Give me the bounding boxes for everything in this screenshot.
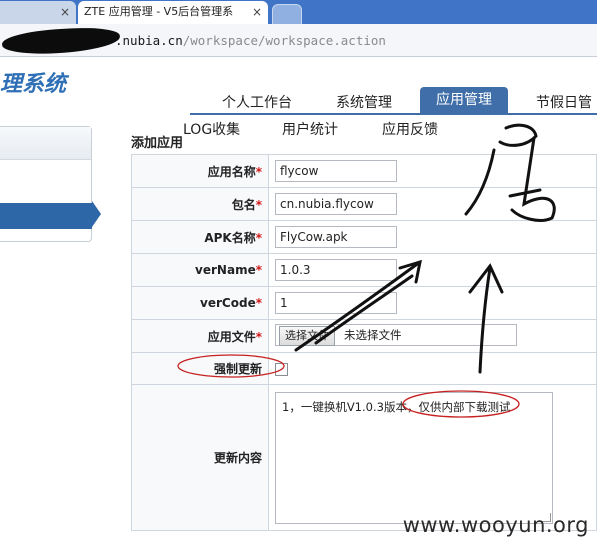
label-apk-name: APK名称	[204, 230, 256, 245]
required-mark: *	[255, 329, 262, 344]
label-vername: verName	[195, 263, 256, 277]
package-input[interactable]: cn.nubia.flycow	[275, 193, 397, 215]
vercode-input[interactable]: 1	[275, 292, 397, 314]
tab-2-label: ZTE 应用管理 - V5后台管理系	[84, 5, 234, 18]
url-path: /workspace/workspace.action	[182, 33, 386, 48]
sidebar-header	[0, 127, 91, 160]
force-update-checkbox[interactable]	[275, 362, 288, 376]
form-row-file: 应用文件* 选择文件 未选择文件	[131, 319, 597, 353]
vername-input[interactable]: 1.0.3	[275, 259, 397, 281]
form-row-apk: APK名称* FlyCow.apk	[131, 220, 597, 254]
url-host: .nubia.cn	[115, 33, 183, 48]
form-row-package: 包名* cn.nubia.flycow	[131, 187, 597, 221]
subnav-app-feedback[interactable]: 应用反馈	[382, 119, 438, 139]
nav-personal-workspace[interactable]: 个人工作台	[222, 92, 292, 112]
app-title: 理系统	[0, 72, 67, 97]
required-mark: *	[255, 230, 262, 245]
close-icon[interactable]: ×	[60, 1, 70, 23]
form-row-vercode: verCode* 1	[131, 286, 597, 320]
update-content-text: 1，一键换机V1.0.3版本，仅供内部下载测试	[282, 399, 511, 414]
subnav-log-collection[interactable]: LOG收集	[183, 119, 240, 139]
subnav-user-statistics[interactable]: 用户统计	[282, 119, 338, 139]
label-update-content: 更新内容	[213, 451, 262, 465]
apk-name-input[interactable]: FlyCow.apk	[275, 226, 397, 248]
watermark: www.wooyun.org	[402, 513, 589, 537]
main-nav: 个人工作台 系统管理 应用管理 节假日管	[190, 87, 597, 115]
required-mark: *	[255, 263, 262, 277]
form-title: 添加应用	[131, 136, 184, 151]
browser-tabstrip: × ZTE 应用管理 - V5后台管理系 ×	[0, 0, 597, 24]
new-tab-button[interactable]	[272, 4, 302, 24]
file-status: 未选择文件	[344, 327, 402, 342]
form-row-app-name: 应用名称* flycow	[131, 154, 597, 188]
field-label: 应用名称*	[131, 154, 269, 188]
add-app-form: 应用名称* flycow 包名* cn.nubia.flycow APK名称* …	[131, 154, 597, 531]
label-force-update: 强制更新	[213, 362, 262, 376]
label-app-file: 应用文件	[207, 329, 256, 344]
form-row-content: 更新内容 1，一键换机V1.0.3版本，仅供内部下载测试	[131, 384, 597, 531]
file-input[interactable]: 选择文件 未选择文件	[275, 323, 517, 346]
browser-tab-1[interactable]: ×	[0, 1, 76, 24]
label-package: 包名	[231, 197, 256, 212]
close-icon[interactable]: ×	[252, 1, 262, 23]
nav-holiday-management[interactable]: 节假日管	[536, 92, 592, 112]
nav-system-management[interactable]: 系统管理	[336, 92, 392, 112]
app-name-input[interactable]: flycow	[275, 160, 397, 182]
required-mark: *	[255, 164, 262, 179]
form-row-force-update: 强制更新	[131, 352, 597, 385]
url-text[interactable]: .nubia.cn/workspace/workspace.action	[115, 33, 386, 48]
update-content-textarea[interactable]: 1，一键换机V1.0.3版本，仅供内部下载测试	[275, 391, 553, 524]
choose-file-button[interactable]: 选择文件	[279, 325, 335, 346]
browser-tab-active[interactable]: ZTE 应用管理 - V5后台管理系 ×	[78, 1, 268, 24]
sidebar-selection-arrow	[92, 201, 101, 227]
required-mark: *	[255, 296, 262, 310]
label-app-name: 应用名称	[207, 164, 256, 179]
form-row-vername: verName* 1.0.3	[131, 253, 597, 287]
required-mark: *	[255, 197, 262, 212]
nav-app-management[interactable]: 应用管理	[420, 87, 508, 113]
sidebar-item-selected[interactable]	[0, 203, 92, 229]
label-vercode: verCode	[200, 296, 256, 310]
sidebar	[0, 126, 92, 242]
